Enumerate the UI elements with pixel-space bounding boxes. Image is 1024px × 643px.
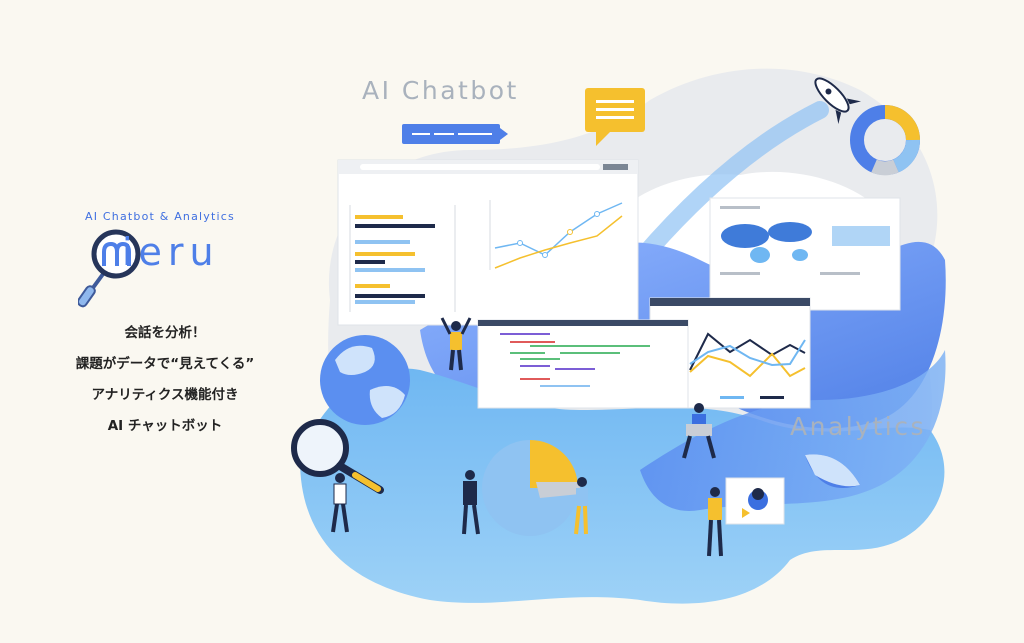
logo-wordmark: ieru (122, 230, 220, 274)
copy-line: アナリティクス機能付き (91, 387, 239, 403)
globe-icon (320, 335, 410, 425)
chat-input-bubble (402, 124, 508, 144)
mieru-logo[interactable]: ieru (76, 228, 258, 318)
brand-tagline: AI Chatbot & Analytics (85, 210, 235, 223)
copy-line: 会話を分析！ (124, 325, 206, 341)
brand-panel: AI Chatbot & Analytics ieru 会話を分析！ 課題がデー… (0, 0, 330, 643)
hero-illustration (291, 68, 946, 604)
catch-copy: 会話を分析！ 課題がデータで“見えてくる” アナリティクス機能付き AI チャッ… (40, 318, 290, 442)
copy-line: AI チャットボット (107, 418, 223, 434)
chat-log-window (477, 319, 689, 409)
copy-line: 課題がデータで“見えてくる” (75, 356, 255, 372)
section-label-analytics: Analytics (790, 412, 927, 441)
world-map-window (709, 197, 901, 311)
bar-line-dashboard-window (337, 159, 639, 326)
video-call-window (725, 477, 785, 525)
section-label-chatbot: AI Chatbot (362, 76, 519, 105)
